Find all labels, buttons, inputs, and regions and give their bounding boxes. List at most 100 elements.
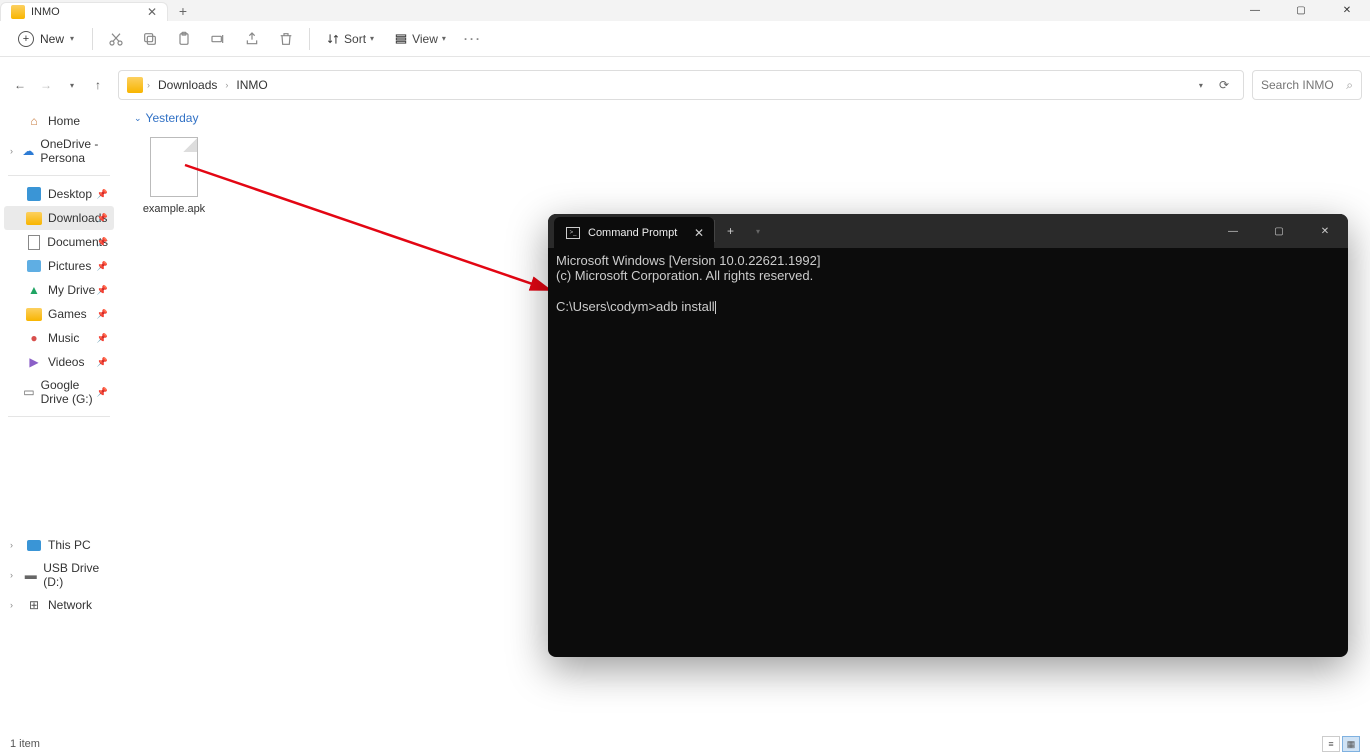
- tab-close-icon[interactable]: ✕: [147, 5, 157, 19]
- sidebar-item-music[interactable]: ● Music 📌: [4, 326, 114, 350]
- sidebar-item-my-drive[interactable]: ▲ My Drive📌: [4, 278, 114, 302]
- search-box[interactable]: ⌕: [1252, 70, 1362, 100]
- sidebar-item-pictures[interactable]: Pictures📌: [4, 254, 114, 278]
- address-bar[interactable]: › Downloads › INMO ▾ ⟳: [118, 70, 1244, 100]
- icons-view-button[interactable]: ▦: [1342, 736, 1360, 752]
- cursor: [715, 301, 716, 314]
- folder-icon: [26, 210, 42, 226]
- cmd-line-1: (c) Microsoft Corporation. All rights re…: [556, 268, 813, 283]
- sidebar-item-downloads[interactable]: Downloads📌: [4, 206, 114, 230]
- sidebar-item-home[interactable]: ⌂ Home: [4, 109, 114, 133]
- sidebar-item-label: My Drive: [48, 283, 95, 297]
- file-name: example.apk: [143, 203, 205, 215]
- gdrive-icon: ▲: [26, 282, 42, 298]
- nav-bar: ← → ▾ ↑ › Downloads › INMO ▾ ⟳ ⌕: [0, 67, 1370, 103]
- maximize-button[interactable]: ▢: [1278, 0, 1324, 21]
- paste-button[interactable]: [169, 25, 199, 53]
- chevron-right-icon: ›: [225, 80, 228, 90]
- breadcrumb-inmo[interactable]: INMO: [232, 76, 271, 94]
- folder-icon: [26, 306, 42, 322]
- cmd-output[interactable]: Microsoft Windows [Version 10.0.22621.19…: [548, 248, 1348, 321]
- explorer-tab[interactable]: INMO ✕: [0, 2, 168, 21]
- sidebar-item-label: OneDrive - Persona: [40, 137, 108, 165]
- close-button[interactable]: ✕: [1324, 0, 1370, 21]
- chevron-down-icon: ▾: [70, 34, 74, 43]
- new-tab-button[interactable]: +: [168, 0, 198, 21]
- sidebar-item-games[interactable]: Games📌: [4, 302, 114, 326]
- status-bar: 1 item ≡ ▦: [0, 734, 1370, 754]
- pin-icon: 📌: [97, 357, 108, 368]
- back-button[interactable]: ←: [12, 77, 28, 93]
- sidebar-item-label: Desktop: [48, 187, 92, 201]
- sidebar-item-label: Pictures: [48, 259, 91, 273]
- titlebar: INMO ✕ + — ▢ ✕: [0, 0, 1370, 21]
- cmd-line-0: Microsoft Windows [Version 10.0.22621.19…: [556, 253, 820, 268]
- tab-title: INMO: [31, 6, 141, 18]
- search-input[interactable]: [1261, 78, 1340, 92]
- chevron-down-icon: ▾: [370, 34, 374, 43]
- view-label: View: [412, 32, 438, 46]
- sidebar-item-documents[interactable]: Documents📌: [4, 230, 114, 254]
- share-button[interactable]: [237, 25, 267, 53]
- sort-label: Sort: [344, 32, 366, 46]
- music-icon: ●: [26, 330, 42, 346]
- home-icon: ⌂: [26, 113, 42, 129]
- view-button[interactable]: View ▾: [386, 28, 454, 50]
- plus-icon: +: [18, 31, 34, 47]
- pin-icon: 📌: [97, 333, 108, 344]
- sidebar-item-label: Music: [48, 331, 79, 345]
- cmd-new-tab-button[interactable]: +: [714, 220, 746, 242]
- more-button[interactable]: ···: [458, 25, 488, 53]
- search-icon: ⌕: [1346, 78, 1353, 93]
- recent-button[interactable]: ▾: [64, 77, 80, 93]
- cmd-tab[interactable]: >_ Command Prompt ✕: [554, 217, 714, 248]
- sidebar-item-onedrive[interactable]: › ☁ OneDrive - Persona: [4, 133, 114, 169]
- chevron-right-icon: ›: [10, 540, 20, 550]
- cmd-line-3: C:\Users\codym>adb install: [556, 299, 715, 314]
- sidebar-item-videos[interactable]: ▶Videos📌: [4, 350, 114, 374]
- new-label: New: [40, 32, 64, 46]
- sidebar-item-network[interactable]: ›⊞Network: [4, 593, 114, 617]
- sort-button[interactable]: Sort ▾: [318, 28, 382, 50]
- refresh-button[interactable]: ⟳: [1213, 78, 1235, 92]
- breadcrumb-downloads[interactable]: Downloads: [154, 76, 221, 94]
- file-item[interactable]: example.apk: [134, 137, 214, 215]
- sidebar-item-this-pc[interactable]: ›This PC: [4, 533, 114, 557]
- toolbar: + New ▾ Sort ▾ View ▾ ···: [0, 21, 1370, 57]
- new-button[interactable]: + New ▾: [8, 27, 84, 51]
- pin-icon: 📌: [97, 189, 108, 200]
- cmd-maximize-button[interactable]: ▢: [1256, 214, 1302, 248]
- group-header-yesterday[interactable]: ⌄ Yesterday: [134, 107, 1354, 129]
- cut-button[interactable]: [101, 25, 131, 53]
- view-toggle: ≡ ▦: [1322, 736, 1360, 752]
- cmd-close-button[interactable]: ✕: [1302, 214, 1348, 248]
- group-label: Yesterday: [146, 111, 199, 125]
- pin-icon: 📌: [97, 387, 108, 398]
- picture-icon: [26, 258, 42, 274]
- forward-button[interactable]: →: [38, 77, 54, 93]
- status-text: 1 item: [10, 738, 40, 750]
- desktop-icon: [26, 186, 42, 202]
- rename-button[interactable]: [203, 25, 233, 53]
- command-prompt-window: >_ Command Prompt ✕ + ▾ — ▢ ✕ Microsoft …: [548, 214, 1348, 657]
- details-view-button[interactable]: ≡: [1322, 736, 1340, 752]
- cmd-dropdown-button[interactable]: ▾: [746, 214, 770, 248]
- up-button[interactable]: ↑: [90, 77, 106, 93]
- delete-button[interactable]: [271, 25, 301, 53]
- drive-icon: ▭: [23, 384, 34, 400]
- address-dropdown-icon[interactable]: ▾: [1193, 81, 1209, 90]
- sidebar-item-usb-drive-d-[interactable]: ›▬USB Drive (D:): [4, 557, 114, 593]
- network-icon: ⊞: [26, 597, 42, 613]
- pin-icon: 📌: [97, 213, 108, 224]
- pin-icon: 📌: [97, 285, 108, 296]
- cmd-tab-close-icon[interactable]: ✕: [694, 226, 704, 240]
- pc-icon: [26, 537, 42, 553]
- copy-button[interactable]: [135, 25, 165, 53]
- folder-icon: [127, 77, 143, 93]
- chevron-right-icon: ›: [10, 600, 20, 610]
- minimize-button[interactable]: —: [1232, 0, 1278, 21]
- cmd-minimize-button[interactable]: —: [1210, 214, 1256, 248]
- cloud-icon: ☁: [22, 143, 34, 159]
- sidebar-item-desktop[interactable]: Desktop 📌: [4, 182, 114, 206]
- sidebar-item-google-drive-g-[interactable]: ▭Google Drive (G:)📌: [4, 374, 114, 410]
